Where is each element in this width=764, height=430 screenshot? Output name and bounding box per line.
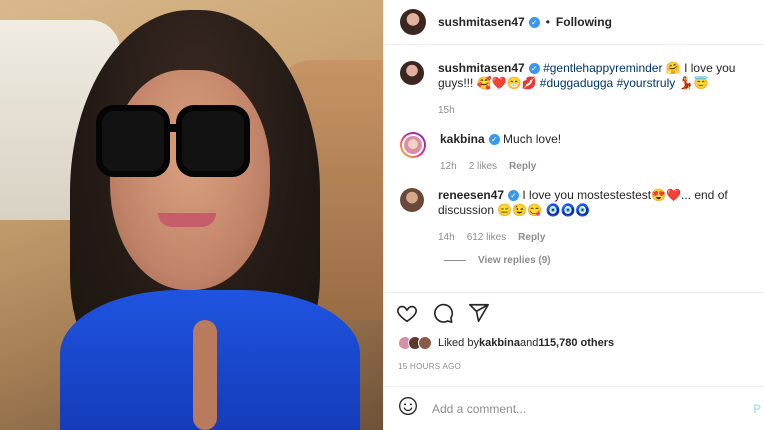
comment-composer: Add a comment... P bbox=[384, 386, 764, 430]
comment-input[interactable]: Add a comment... bbox=[432, 402, 526, 416]
replies-divider bbox=[444, 260, 466, 261]
verified-badge-icon: ✓ bbox=[528, 16, 540, 28]
caption-text: 💃😇 bbox=[675, 76, 709, 90]
author-username[interactable]: sushmitasen47 bbox=[438, 15, 525, 29]
caption-username[interactable]: sushmitasen47 bbox=[438, 61, 525, 75]
caption-avatar[interactable] bbox=[400, 61, 424, 85]
verified-badge-icon: ✓ bbox=[508, 190, 520, 202]
commenter-avatar[interactable] bbox=[400, 132, 426, 158]
verified-badge-icon: ✓ bbox=[528, 63, 540, 75]
caption: sushmitasen47 ✓ #gentlehappyreminder 🤗 I … bbox=[400, 61, 748, 118]
heart-icon[interactable] bbox=[396, 302, 418, 324]
following-button[interactable]: Following bbox=[556, 15, 612, 29]
comment-icon[interactable] bbox=[432, 302, 454, 324]
commenter-avatar[interactable] bbox=[400, 188, 424, 212]
post-header: sushmitasen47 ✓ • Following bbox=[384, 0, 764, 45]
hashtag-link[interactable]: #gentlehappyreminder bbox=[543, 61, 662, 75]
post-timestamp: 15 HOURS AGO bbox=[398, 362, 462, 371]
reply-button[interactable]: Reply bbox=[509, 159, 536, 174]
comment-time: 12h bbox=[440, 161, 457, 172]
action-bar bbox=[384, 292, 764, 332]
commenter-username[interactable]: kakbina bbox=[440, 132, 485, 146]
comment-item: kakbina ✓ Much love! 12h 2 likes Reply bbox=[400, 132, 748, 174]
likes-others[interactable]: 115,780 others bbox=[538, 337, 614, 349]
view-replies-button[interactable]: View replies (9) bbox=[444, 255, 748, 266]
comment-item: reneesen47 ✓ I love you mostestestest😍❤️.… bbox=[400, 188, 748, 245]
post-details-panel: sushmitasen47 ✓ • Following sushmitasen4… bbox=[383, 0, 764, 430]
likes-middle: and bbox=[519, 337, 539, 349]
caption-time: 15h bbox=[438, 105, 455, 116]
reply-button[interactable]: Reply bbox=[518, 230, 545, 245]
likes-prefix: Liked by bbox=[438, 337, 479, 349]
lips bbox=[158, 213, 216, 227]
comment-likes[interactable]: 612 likes bbox=[467, 230, 506, 245]
emoji-icon[interactable] bbox=[398, 396, 418, 421]
sunglasses-bridge bbox=[164, 124, 182, 132]
view-replies-label: View replies (9) bbox=[478, 255, 551, 266]
author-avatar[interactable] bbox=[400, 9, 426, 35]
verified-badge-icon: ✓ bbox=[488, 134, 500, 146]
comments-list[interactable]: sushmitasen47 ✓ #gentlehappyreminder 🤗 I … bbox=[384, 45, 764, 291]
hashtag-link[interactable]: #duggadugga bbox=[540, 76, 613, 90]
likes-summary[interactable]: Liked by kakbina and 115,780 others bbox=[398, 336, 614, 350]
liker-avatars bbox=[398, 336, 432, 350]
commenter-username[interactable]: reneesen47 bbox=[438, 188, 504, 202]
separator-dot: • bbox=[545, 15, 550, 29]
hashtag-link[interactable]: #yourstruly bbox=[617, 76, 676, 90]
comment-text: Much love! bbox=[503, 132, 562, 146]
post-button[interactable]: P bbox=[753, 402, 761, 416]
sunglasses-left-lens bbox=[96, 105, 170, 177]
comment-likes[interactable]: 2 likes bbox=[469, 159, 497, 174]
face bbox=[110, 70, 270, 290]
neckline bbox=[193, 320, 217, 430]
liker-username[interactable]: kakbina bbox=[479, 337, 520, 349]
sunglasses-right-lens bbox=[176, 105, 250, 177]
send-icon[interactable] bbox=[468, 302, 490, 324]
post-photo[interactable] bbox=[0, 0, 383, 430]
comment-time: 14h bbox=[438, 232, 455, 243]
